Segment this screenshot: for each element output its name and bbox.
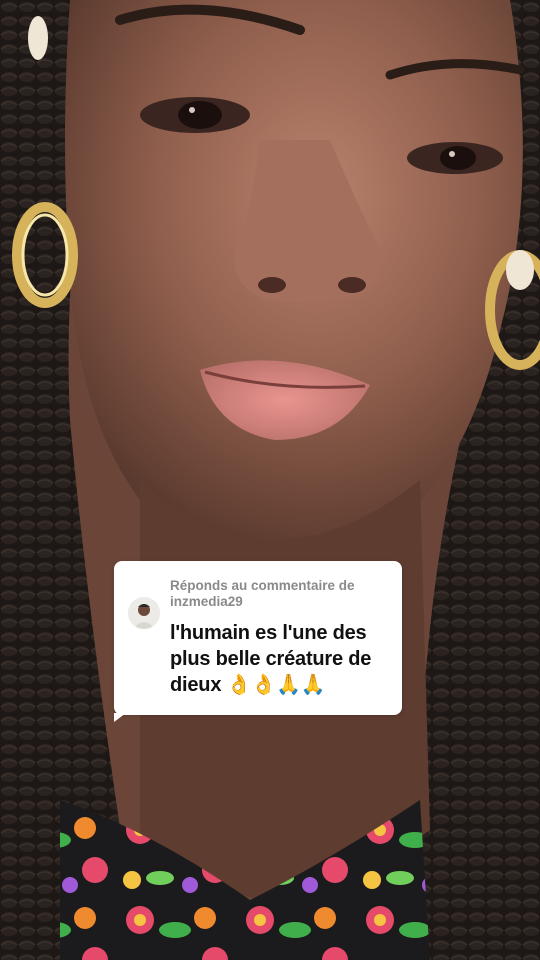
- background-photo: [0, 0, 540, 960]
- comment-reply-card[interactable]: Réponds au commentaire de inzmedia29 l'h…: [114, 561, 402, 722]
- reply-username[interactable]: inzmedia29: [170, 594, 396, 610]
- reply-header: Réponds au commentaire de inzmedia29: [170, 578, 396, 610]
- comment-text: l'humain es l'une des plus belle créatur…: [170, 622, 372, 696]
- user-avatar-icon[interactable]: [128, 597, 160, 629]
- video-frame: Réponds au commentaire de inzmedia29 l'h…: [0, 0, 540, 960]
- reply-label: Réponds au commentaire de: [170, 578, 355, 593]
- card-tail: [114, 713, 126, 722]
